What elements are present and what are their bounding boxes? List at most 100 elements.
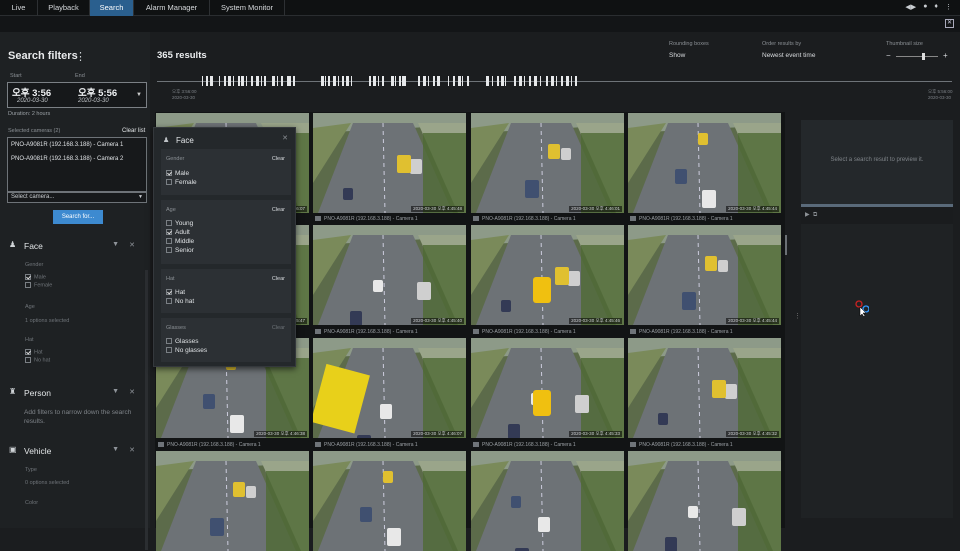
clear-age-button[interactable]: Clear: [272, 207, 285, 213]
checkbox[interactable]: [25, 349, 31, 355]
timeline-marker[interactable]: [497, 76, 499, 86]
select-camera-dropdown[interactable]: Select camera... ▼: [7, 192, 147, 203]
scrollbar[interactable]: [785, 235, 787, 255]
result-thumbnail[interactable]: 2020-03-30 오후 4:45:46: [471, 225, 624, 325]
timeline-marker[interactable]: [202, 76, 203, 86]
timeline-marker[interactable]: [290, 76, 291, 86]
tab-search[interactable]: Search: [90, 0, 134, 16]
timeline-marker[interactable]: [219, 76, 220, 86]
timeline-marker[interactable]: [264, 76, 266, 86]
timeline-marker[interactable]: [540, 76, 541, 86]
timeline-marker[interactable]: [505, 76, 506, 86]
timeline-marker[interactable]: [448, 76, 449, 86]
close-icon[interactable]: ✕: [129, 241, 135, 249]
timeline-marker[interactable]: [534, 76, 537, 86]
checkbox[interactable]: [166, 289, 172, 296]
no-hat-option[interactable]: No hat: [166, 298, 194, 305]
timeline-marker[interactable]: [501, 76, 504, 86]
male-option[interactable]: Male: [25, 274, 46, 280]
timeline-marker[interactable]: [346, 76, 349, 86]
timeline-marker[interactable]: [224, 76, 226, 86]
checkbox[interactable]: [25, 357, 31, 363]
timeline-marker[interactable]: [233, 76, 234, 86]
timeline-marker[interactable]: [277, 76, 278, 86]
settings-icon[interactable]: ⋮: [945, 3, 952, 11]
timeline-marker[interactable]: [514, 76, 516, 86]
checkbox[interactable]: [166, 179, 172, 186]
senior-option[interactable]: Senior: [166, 247, 194, 254]
info-icon[interactable]: ●: [923, 3, 927, 11]
zoom-out-button[interactable]: −: [886, 51, 891, 60]
timeline-marker[interactable]: [529, 76, 531, 86]
timeline-marker[interactable]: [272, 76, 275, 86]
layout-icon[interactable]: ◀▶: [905, 3, 916, 11]
clear-hat-button[interactable]: Clear: [272, 276, 285, 282]
checkbox[interactable]: [166, 247, 172, 254]
more-options-icon[interactable]: ⋮: [75, 50, 86, 63]
timeline-marker[interactable]: [399, 76, 401, 86]
timeline-marker[interactable]: [325, 76, 326, 86]
timeline-marker[interactable]: [467, 76, 469, 86]
timeline-marker[interactable]: [486, 76, 489, 86]
checkbox[interactable]: [166, 170, 172, 177]
timeline-marker[interactable]: [206, 76, 208, 86]
timeline-marker[interactable]: [546, 76, 548, 86]
timeline-marker[interactable]: [453, 76, 455, 86]
timeline-marker[interactable]: [342, 76, 344, 86]
checkbox[interactable]: [166, 238, 172, 245]
checkbox[interactable]: [25, 274, 31, 280]
timeline-marker[interactable]: [281, 76, 283, 86]
timeline-marker[interactable]: [524, 76, 525, 86]
close-icon[interactable]: ✕: [129, 388, 135, 396]
rounding-boxes-value[interactable]: Show: [669, 52, 685, 59]
timeline-marker[interactable]: [382, 76, 384, 86]
timeline-marker[interactable]: [378, 76, 379, 86]
checkbox[interactable]: [166, 298, 172, 305]
vehicle-section-title[interactable]: Vehicle: [24, 446, 51, 456]
fullscreen-icon[interactable]: ✕: [945, 19, 954, 28]
tab-live[interactable]: Live: [0, 0, 38, 16]
tab-system-monitor[interactable]: System Monitor: [210, 0, 285, 16]
close-icon[interactable]: ✕: [129, 446, 135, 454]
timeline-marker[interactable]: [391, 76, 394, 86]
timeline-marker[interactable]: [210, 76, 213, 86]
timeline-marker[interactable]: [246, 76, 247, 86]
result-thumbnail[interactable]: 2020-03-30 오후 4:45:40: [313, 225, 466, 325]
timeline-marker[interactable]: [251, 76, 253, 86]
result-thumbnail[interactable]: [313, 451, 466, 551]
result-thumbnail[interactable]: 2020-03-30 오후 4:46:07: [313, 338, 466, 438]
hat-option[interactable]: Hat: [25, 349, 43, 355]
timeline-marker[interactable]: [566, 76, 569, 86]
play-icon[interactable]: ▶: [805, 212, 810, 218]
camera-item[interactable]: PNO-A9081R (192.168.3.188) - Camera 2: [11, 156, 123, 162]
adult-option[interactable]: Adult: [166, 229, 190, 236]
timeline-marker[interactable]: [551, 76, 554, 86]
filter-icon[interactable]: ▼: [112, 388, 119, 395]
search-button[interactable]: Search for...: [53, 210, 103, 224]
pin-icon[interactable]: ♦: [934, 3, 938, 11]
close-icon[interactable]: ✕: [282, 134, 288, 142]
timeline-marker[interactable]: [561, 76, 563, 86]
timeline-marker[interactable]: [405, 76, 406, 86]
clear-glasses-button[interactable]: Clear: [272, 325, 285, 331]
splitter-handle[interactable]: ⋮: [794, 312, 801, 320]
timeline-marker[interactable]: [338, 76, 339, 86]
result-thumbnail[interactable]: 2020-03-30 오후 4:45:48: [313, 113, 466, 213]
timeline-marker[interactable]: [241, 76, 244, 86]
face-section-title[interactable]: Face: [24, 241, 43, 251]
thumbnail-size-slider[interactable]: [896, 53, 938, 60]
timeline-marker[interactable]: [519, 76, 522, 86]
timeline-marker[interactable]: [369, 76, 371, 86]
checkbox[interactable]: [166, 347, 172, 354]
hat-option[interactable]: Hat: [166, 289, 185, 296]
timeline-marker[interactable]: [351, 76, 352, 86]
tab-alarm-manager[interactable]: Alarm Manager: [134, 0, 210, 16]
result-thumbnail[interactable]: 2020-03-30 오후 4:45:32: [628, 338, 781, 438]
result-thumbnail[interactable]: 2020-03-30 오후 4:45:33: [471, 338, 624, 438]
result-thumbnail[interactable]: [628, 451, 781, 551]
timeline-marker[interactable]: [433, 76, 435, 86]
middle-option[interactable]: Middle: [166, 238, 194, 245]
filter-icon[interactable]: ▼: [112, 241, 119, 248]
timeline-marker[interactable]: [328, 76, 330, 86]
tab-playback[interactable]: Playback: [38, 0, 90, 16]
